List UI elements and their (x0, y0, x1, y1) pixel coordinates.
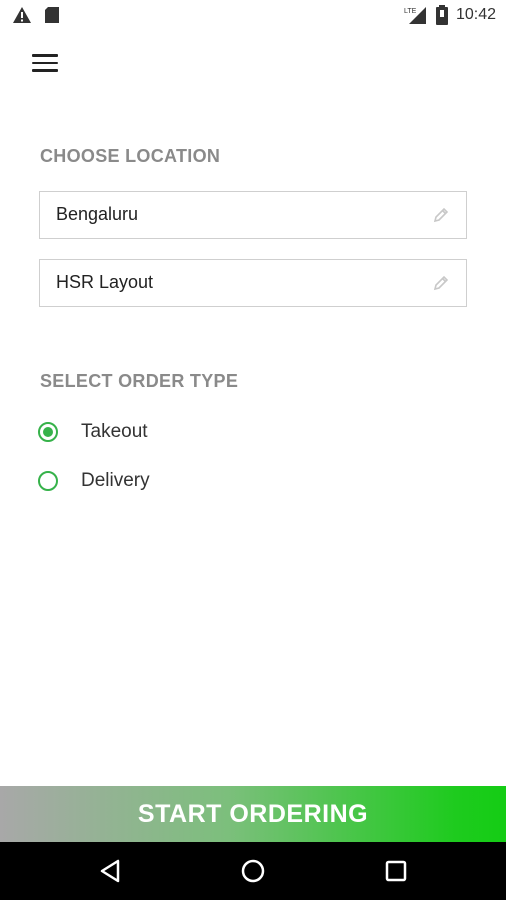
status-time: 10:42 (455, 6, 496, 23)
area-field[interactable]: HSR Layout (39, 259, 467, 307)
menu-line (32, 54, 58, 57)
radio-unselected-icon[interactable] (38, 471, 58, 491)
city-value: Bengaluru (56, 204, 139, 224)
radio-takeout-label: Takeout (81, 421, 148, 442)
back-icon[interactable] (97, 857, 125, 885)
city-field[interactable]: Bengaluru (39, 191, 467, 239)
battery-icon (435, 5, 448, 25)
pencil-icon[interactable] (432, 274, 450, 292)
recents-icon[interactable] (382, 857, 410, 885)
radio-delivery-label: Delivery (81, 470, 150, 491)
choose-location-title: CHOOSE LOCATION (40, 146, 221, 166)
order-setup-screen: LTE 10:42 CHOOSE LOCATION Bengaluru HSR … (0, 0, 506, 900)
radio-takeout[interactable]: Takeout (38, 418, 148, 446)
area-value: HSR Layout (56, 272, 154, 292)
sd-card-icon (45, 7, 59, 23)
status-bar: LTE 10:42 (0, 0, 506, 30)
select-order-type-title: SELECT ORDER TYPE (40, 371, 239, 391)
pencil-icon[interactable] (432, 206, 450, 224)
network-label: LTE (404, 8, 417, 15)
status-left-icons (12, 6, 60, 24)
radio-delivery[interactable]: Delivery (38, 467, 150, 495)
start-ordering-button[interactable]: START ORDERING (0, 786, 506, 842)
menu-line (32, 69, 58, 72)
warning-icon (13, 7, 31, 23)
system-nav-bar (0, 842, 506, 900)
signal-icon: LTE (404, 7, 426, 24)
menu-line (32, 61, 58, 64)
home-icon[interactable] (239, 857, 267, 885)
radio-selected-icon[interactable] (38, 422, 58, 442)
hamburger-menu-icon[interactable] (32, 54, 58, 74)
status-right-icons: LTE 10:42 (404, 5, 496, 25)
